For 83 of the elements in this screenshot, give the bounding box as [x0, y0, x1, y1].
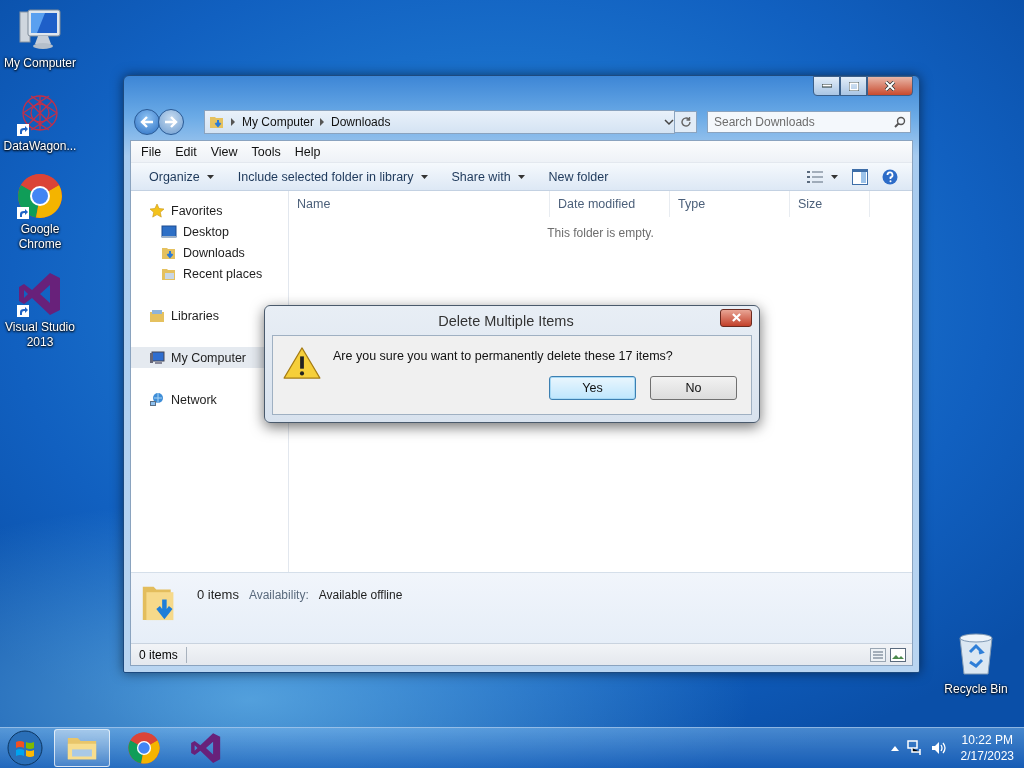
- dialog-title: Delete Multiple Items: [437, 312, 575, 329]
- dialog-button[interactable]: No: [650, 376, 737, 400]
- forward-arrow-icon: [164, 116, 178, 128]
- show-hidden-icons-button[interactable]: [890, 745, 899, 751]
- close-icon: [730, 313, 742, 322]
- desktop-icon-label[interactable]: Recycle Bin: [944, 682, 1008, 696]
- help-icon: [882, 168, 898, 185]
- back-arrow-icon: [140, 116, 154, 128]
- close-icon: [884, 81, 896, 91]
- menu-item[interactable]: Edit: [168, 144, 204, 159]
- close-button[interactable]: [867, 76, 913, 96]
- taskbar-button[interactable]: [54, 729, 110, 767]
- empty-folder-message: This folder is empty.: [547, 226, 654, 240]
- clock-date[interactable]: 2/17/2023: [960, 748, 1014, 764]
- nav-item[interactable]: Network: [131, 389, 288, 410]
- back-button[interactable]: [134, 109, 160, 135]
- library-icon: [149, 307, 165, 324]
- maximize-icon: [848, 81, 859, 91]
- star-icon: [149, 202, 165, 219]
- list-view-icon: [807, 169, 823, 184]
- caret-icon: [517, 174, 525, 179]
- dialog-button[interactable]: Yes: [549, 376, 636, 400]
- minimize-icon: [821, 84, 832, 88]
- caret-up-icon: [890, 745, 899, 751]
- caret-icon: [831, 174, 838, 179]
- breadcrumb[interactable]: My Computer: [242, 115, 315, 129]
- refresh-icon: [679, 116, 692, 128]
- search-icon: [894, 116, 906, 128]
- menu-item[interactable]: Help: [287, 144, 328, 159]
- refresh-button[interactable]: [675, 111, 697, 133]
- nav-item[interactable]: Favorites: [131, 200, 288, 221]
- network-icon: [149, 391, 165, 408]
- availability-value: Available offline: [318, 588, 403, 602]
- desktop-icon-label[interactable]: DataWagon...: [2, 139, 78, 154]
- status-text: 0 items: [131, 646, 187, 663]
- toolbar-button[interactable]: New folder: [536, 165, 621, 188]
- dialog-message: Are you sure you want to permanently delete these 17 items?: [333, 349, 674, 363]
- speaker-icon: [930, 740, 947, 756]
- nav-item[interactable]: Libraries: [131, 305, 288, 326]
- item-count: 0 items: [197, 587, 239, 602]
- start-button[interactable]: [4, 729, 46, 767]
- thumbnail-view-icon[interactable]: [890, 647, 906, 662]
- menu-item[interactable]: File: [134, 144, 169, 159]
- address-bar[interactable]: My Computer Downloads: [204, 110, 675, 134]
- nav-item[interactable]: Downloads: [131, 242, 288, 263]
- chevron-right-icon: [231, 118, 236, 126]
- computer-icon: [149, 349, 165, 366]
- breadcrumb[interactable]: Downloads: [331, 115, 391, 129]
- browser-icon: [16, 172, 64, 220]
- menu-item[interactable]: Tools: [244, 144, 288, 159]
- warning-icon: [283, 346, 321, 380]
- caret-icon: [206, 174, 214, 179]
- volume-tray-button[interactable]: [930, 740, 947, 756]
- column-header[interactable]: Name: [289, 191, 550, 217]
- network-icon: [906, 740, 923, 756]
- caret-icon: [420, 174, 428, 179]
- maximize-button[interactable]: [840, 76, 867, 96]
- availability-label: Availability:: [248, 588, 309, 602]
- search-field[interactable]: Search Downloads: [707, 111, 911, 133]
- folder-download-icon: [209, 114, 225, 130]
- desktop-icon-label[interactable]: Google Chrome: [2, 222, 78, 252]
- nav-item[interactable]: Recent places: [131, 263, 288, 284]
- desktop-icon-label[interactable]: Visual Studio 2013: [2, 320, 78, 350]
- close-button[interactable]: [720, 308, 752, 327]
- column-header[interactable]: Size: [790, 191, 870, 217]
- column-header[interactable]: Date modified: [550, 191, 670, 217]
- forward-button[interactable]: [158, 109, 184, 135]
- nav-item[interactable]: Desktop: [131, 221, 288, 242]
- bowtie-logo-icon: [189, 731, 223, 765]
- column-header[interactable]: Type: [670, 191, 790, 217]
- pane-icon: [852, 168, 868, 185]
- clock-time[interactable]: 10:22 PM: [961, 732, 1013, 748]
- toolbar-button[interactable]: Share with: [439, 165, 537, 188]
- toolbar-button[interactable]: Organize: [137, 165, 226, 188]
- chevron-right-icon: [320, 118, 326, 126]
- desktop-icon: [161, 223, 177, 240]
- start-orb-icon: [7, 730, 43, 766]
- toolbar-button[interactable]: Include selected folder in library: [225, 165, 440, 188]
- menu-item[interactable]: View: [203, 144, 245, 159]
- network-tray-button[interactable]: [906, 740, 923, 756]
- browser-icon: [127, 731, 161, 765]
- desktop-icon-label[interactable]: My Computer: [2, 56, 78, 71]
- minimize-button[interactable]: [813, 76, 840, 96]
